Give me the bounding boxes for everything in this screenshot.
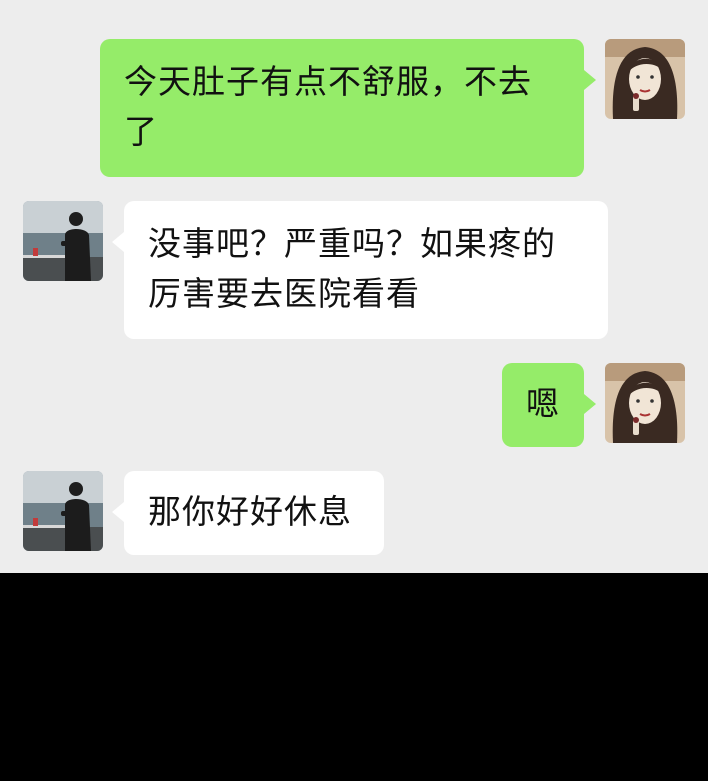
black-bottom-area — [0, 573, 708, 781]
illustrated-woman-avatar-icon — [605, 363, 685, 443]
received-message-bubble[interactable]: 那你好好休息 — [124, 471, 384, 555]
sent-message-bubble[interactable]: 嗯 — [502, 363, 584, 447]
message-text: 没事吧？严重吗？如果疼的厉害要去医院看看 — [148, 224, 556, 313]
message-text: 今天肚子有点不舒服，不去了 — [124, 62, 532, 151]
chat-message-list[interactable]: 今天肚子有点不舒服，不去了 没事吧？严重吗？如果疼的厉害要去医院看看 嗯 那你好… — [0, 0, 708, 573]
bubble-tail — [112, 502, 124, 522]
self-avatar[interactable] — [605, 39, 685, 119]
self-avatar[interactable] — [605, 363, 685, 443]
contact-avatar[interactable] — [23, 201, 103, 281]
received-message-bubble[interactable]: 没事吧？严重吗？如果疼的厉害要去医院看看 — [124, 201, 608, 339]
contact-avatar[interactable] — [23, 471, 103, 551]
bubble-tail — [112, 232, 124, 252]
sent-message-bubble[interactable]: 今天肚子有点不舒服，不去了 — [100, 39, 584, 177]
man-at-seaside-avatar-icon — [23, 201, 103, 281]
man-at-seaside-avatar-icon — [23, 471, 103, 551]
bubble-tail — [584, 394, 596, 414]
bubble-tail — [584, 70, 596, 90]
message-text: 嗯 — [526, 384, 560, 423]
message-text: 那你好好休息 — [148, 492, 352, 531]
illustrated-woman-avatar-icon — [605, 39, 685, 119]
